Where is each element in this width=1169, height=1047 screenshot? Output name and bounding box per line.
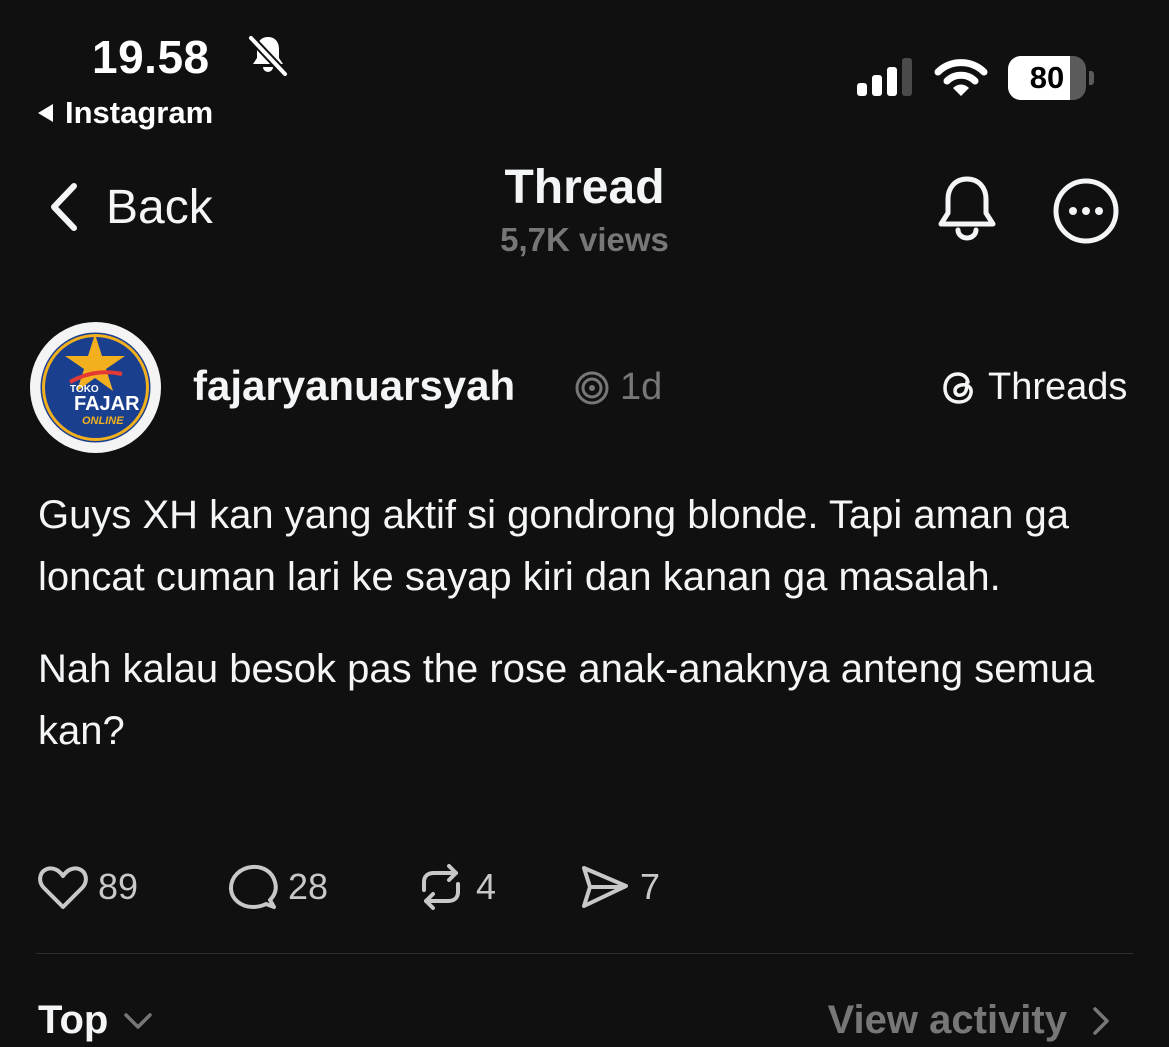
like-button[interactable]: 89 — [36, 860, 138, 914]
battery-indicator: 80 — [1008, 56, 1094, 100]
post-body: Guys XH kan yang aktif si gondrong blond… — [38, 484, 1138, 792]
sort-label: Top — [38, 998, 109, 1042]
chevron-right-icon — [1093, 1006, 1109, 1035]
post-username[interactable]: fajaryanuarsyah — [193, 362, 515, 410]
threads-logo-icon — [943, 371, 973, 404]
sort-dropdown[interactable]: Top — [38, 998, 158, 1043]
back-triangle-icon — [38, 104, 53, 122]
threads-fediverse-icon — [575, 371, 609, 405]
threads-screen: 19.58 Instagram 80 Back Thread 5,7K view… — [0, 0, 1169, 1047]
post-paragraph: Nah kalau besok pas the rose anak-anakny… — [38, 647, 1095, 753]
toko-fajar-logo: TOKO FAJAR ONLINE — [31, 323, 160, 452]
status-time: 19.58 — [92, 31, 210, 83]
post-age: 1d — [620, 366, 663, 408]
repost-count: 4 — [476, 866, 497, 907]
chevron-down-icon — [124, 1012, 153, 1029]
open-in-threads-link[interactable]: Threads — [940, 366, 1127, 409]
cellular-signal-icon — [857, 58, 912, 96]
bell-silent-icon — [248, 35, 288, 77]
battery-cap — [1089, 71, 1094, 85]
back-app-label: Instagram — [65, 95, 214, 130]
logo-text-online: ONLINE — [82, 415, 124, 427]
repost-icon — [422, 864, 460, 910]
logo-text-fajar: FAJAR — [74, 393, 140, 415]
more-options-icon[interactable] — [1052, 177, 1120, 245]
threads-link-label: Threads — [988, 366, 1128, 408]
send-icon — [582, 866, 628, 908]
comment-icon — [229, 864, 278, 909]
share-button[interactable]: 7 — [578, 860, 660, 914]
divider — [36, 953, 1133, 954]
repost-button[interactable]: 4 — [414, 860, 496, 914]
avatar[interactable]: TOKO FAJAR ONLINE — [30, 322, 161, 453]
like-count: 89 — [98, 866, 139, 907]
heart-icon — [38, 866, 88, 909]
battery-percent: 80 — [1029, 60, 1065, 95]
battery-body: 80 — [1008, 56, 1086, 100]
reply-button[interactable]: 28 — [226, 860, 328, 914]
share-count: 7 — [640, 866, 661, 907]
post-paragraph: Guys XH kan yang aktif si gondrong blond… — [38, 493, 1070, 599]
view-activity-link[interactable]: View activity — [828, 998, 1119, 1043]
bell-icon[interactable] — [934, 172, 1000, 244]
reply-count: 28 — [288, 866, 329, 907]
wifi-icon — [934, 59, 988, 96]
back-to-instagram[interactable]: Instagram — [38, 95, 213, 131]
view-activity-label: View activity — [827, 998, 1067, 1042]
